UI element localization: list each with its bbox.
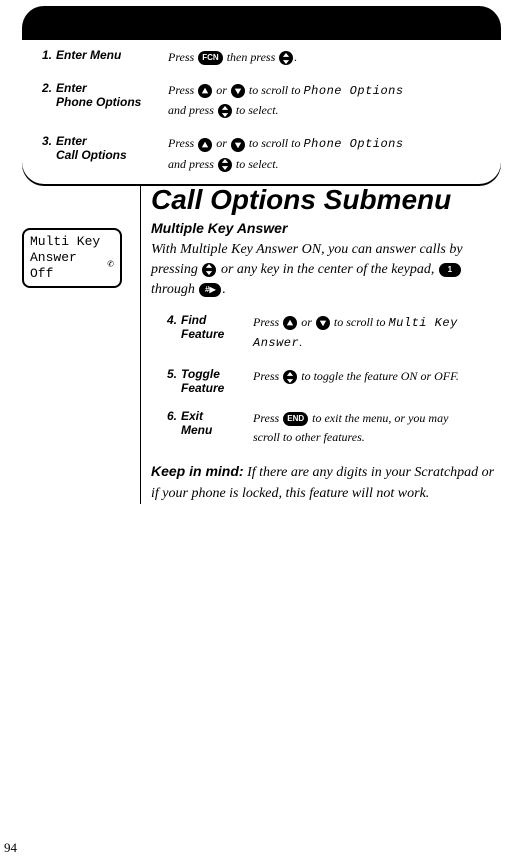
panel-body: 1. Enter Menu Press FCN then press . 2. …	[22, 40, 501, 184]
page-number: 94	[4, 840, 17, 856]
body-paragraph: With Multiple Key Answer ON, you can ans…	[151, 240, 501, 301]
step-instruction: Press or to scroll to Phone Options and …	[168, 81, 487, 120]
step-1: 1. Enter Menu Press FCN then press .	[36, 48, 487, 67]
lcd-text: Answer	[253, 336, 299, 350]
step-label: Find Feature	[181, 313, 253, 353]
updown-key-icon	[218, 104, 232, 118]
step-number: 4.	[159, 313, 181, 353]
down-key-icon	[231, 138, 245, 152]
phone-screen-callout: Multi Key Answer Off ✆	[22, 228, 122, 289]
updown-key-icon	[283, 370, 297, 384]
panel-title: Getting to Call Options...	[22, 6, 501, 40]
step-label: Enter Call Options	[56, 134, 168, 173]
updown-key-icon	[202, 263, 216, 277]
lcd-text: Phone Options	[303, 84, 403, 98]
step-3: 3. Enter Call Options Press or to scroll…	[36, 134, 487, 173]
step-2: 2. Enter Phone Options Press or to scrol…	[36, 81, 487, 120]
keep-in-mind-note: Keep in mind: If there are any digits in…	[151, 461, 501, 504]
up-key-icon	[198, 84, 212, 98]
step-label: Enter Menu	[56, 48, 168, 67]
fcn-key-icon: FCN	[198, 51, 222, 65]
step-instruction: Press or to scroll to Phone Options and …	[168, 134, 487, 173]
step-6: 6. Exit Menu Press END to exit the menu,…	[159, 409, 501, 447]
phone-icon: ✆	[107, 259, 114, 273]
end-key-icon: END	[283, 412, 308, 426]
down-key-icon	[231, 84, 245, 98]
steps-panel: Getting to Call Options... 1. Enter Menu…	[22, 6, 501, 186]
step-instruction: Press to toggle the feature ON or OFF.	[253, 367, 501, 395]
step-number: 6.	[159, 409, 181, 447]
step-4: 4. Find Feature Press or to scroll to Mu…	[159, 313, 501, 353]
one-key-icon: 1	[439, 263, 461, 277]
lcd-text: Multi Key	[388, 316, 457, 330]
step-5: 5. Toggle Feature Press to toggle the fe…	[159, 367, 501, 395]
step-label: Toggle Feature	[181, 367, 253, 395]
steps-4-6: 4. Find Feature Press or to scroll to Mu…	[159, 313, 501, 448]
step-number: 5.	[159, 367, 181, 395]
step-instruction: Press END to exit the menu, or you may s…	[253, 409, 501, 447]
up-key-icon	[198, 138, 212, 152]
up-key-icon	[283, 316, 297, 330]
step-number: 3.	[36, 134, 56, 173]
step-label: Exit Menu	[181, 409, 253, 447]
callout-line1: Multi Key	[30, 234, 114, 250]
section-heading: Call Options Submenu	[151, 186, 501, 214]
subsection-title: Multiple Key Answer	[151, 220, 501, 236]
step-number: 1.	[36, 48, 56, 67]
updown-key-icon	[279, 51, 293, 65]
step-number: 2.	[36, 81, 56, 120]
callout-line2: Answer Off	[30, 250, 107, 283]
down-key-icon	[316, 316, 330, 330]
hash-key-icon: #▶	[199, 283, 221, 297]
lcd-text: Phone Options	[303, 137, 403, 151]
updown-key-icon	[218, 158, 232, 172]
step-instruction: Press FCN then press .	[168, 48, 487, 67]
step-instruction: Press or to scroll to Multi Key Answer.	[253, 313, 501, 353]
step-label: Enter Phone Options	[56, 81, 168, 120]
